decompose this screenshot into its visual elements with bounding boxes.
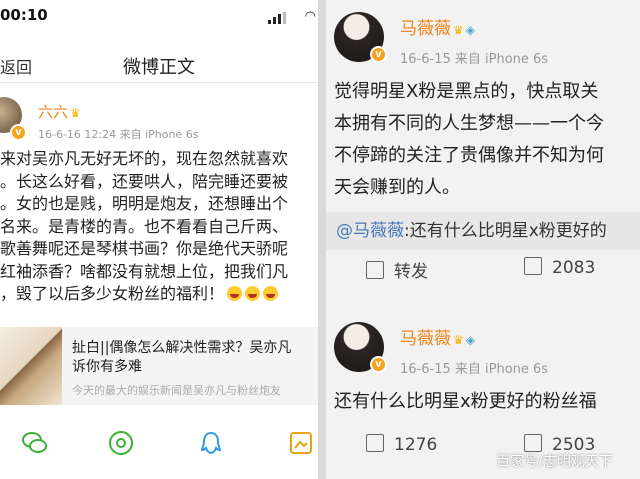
mention-link[interactable]: @马薇薇 [326,221,404,241]
book-thumbnail-icon [0,327,62,405]
repost-label: 转发 [394,262,428,282]
laugh-emoji-icon [245,286,261,301]
link-card[interactable]: 扯白||偶像怎么解决性需求？吴亦凡 诉你有多难 今天的最大的娱乐新闻是吴亦凡与粉… [0,327,318,405]
comment-icon [524,257,542,275]
post-line: 名来。是青楼的青。也不看看自己斤两、 [0,216,289,236]
qzone-icon[interactable] [288,430,314,456]
post-line: 。女的也是贱，明明是炮友，还想睡出个 [0,194,289,213]
page-title: 微博正文 [123,57,195,78]
post-line: 觉得明星X粉是黑点的，快点取关 [334,81,599,102]
member-badge-icon: ◈ [465,23,475,37]
left-screenshot: 00:10 ◠ 返回 微博正文 V 六六 ♛ 16-6-16 12:24 来自 i… [0,0,318,479]
author-name-text: 六六 [38,103,69,121]
author-name-text: 马薇薇 [400,19,451,39]
post-line: 不停蹄的关注了贵偶像并不知为何 [334,145,604,166]
card-title-line: 扯白||偶像怎么解决性需求？吴亦凡 [72,340,292,356]
laugh-emoji-icon [227,286,243,301]
repost-count: 1276 [394,435,438,455]
repost-icon [366,261,384,279]
author-name[interactable]: 六六 ♛ [38,101,81,122]
author-name[interactable]: 马薇薇 ♛ ◈ [400,324,475,349]
quoted-post[interactable]: @马薇薇:还有什么比明星x粉更好的 [326,212,640,250]
post-line: 本拥有不同的人生梦想——一个今 [334,113,604,134]
post-meta: 16-6-15 来自 iPhone 6s [400,362,549,377]
post-line: 天会赚到的人。 [334,177,460,198]
post-meta: 16-6-15 来自 iPhone 6s [400,52,549,67]
card-title: 扯白||偶像怎么解决性需求？吴亦凡 诉你有多难 [72,339,318,377]
author-name[interactable]: 马薇薇 ♛ ◈ [400,14,475,39]
card-subtitle: 今天的最大的娱乐新闻是吴亦凡与粉丝炮友 [72,384,281,397]
post-text: 还有什么比明星x粉更好的粉丝福 [334,386,640,418]
crown-icon: ♛ [453,23,464,37]
post-line: 红袖添香？啥都没有就想上位，把我们凡 [0,261,289,281]
moments-icon[interactable] [108,430,134,456]
verified-icon: V [10,124,27,141]
repost-button[interactable]: 转发 [366,257,428,282]
post-line-last: ，毁了以后多少女粉丝的福利！ [0,283,318,306]
quote-text: :还有什么比明星x粉更好的 [404,221,607,241]
comment-icon [524,434,542,452]
post-line: 来对吴亦凡无好无坏的，现在忽然就喜欢 [0,149,289,168]
watermark: 百家号/志明观天下 [496,454,613,470]
qq-icon[interactable] [198,430,224,456]
verified-icon: V [370,46,387,63]
repost-button[interactable]: 1276 [366,434,437,455]
card-title-line: 诉你有多难 [72,359,142,375]
post-text: 觉得明星X粉是黑点的，快点取关 本拥有不同的人生梦想——一个今 不停蹄的关注了贵… [334,76,640,204]
laugh-emoji-icon [263,286,279,301]
post-line: 。长这么好看，还要哄人，陪完睡还要被 [0,171,289,191]
divider [318,0,326,479]
post-text: 来对吴亦凡无好无坏的，现在忽然就喜欢 。长这么好看，还要哄人，陪完睡还要被 。女… [0,148,318,306]
comment-count: 2083 [552,258,596,278]
wechat-icon[interactable] [22,430,48,456]
post-line: 还有什么比明星x粉更好的粉丝福 [334,391,597,412]
wifi-icon: ◠ [304,9,316,24]
verified-icon: V [370,356,387,373]
signal-icon [268,12,288,24]
crown-icon: ♛ [453,333,464,347]
repost-icon [366,434,384,452]
nav-bar: 返回 微博正文 [0,48,318,83]
right-screenshot: V 马薇薇 ♛ ◈ 16-6-15 来自 iPhone 6s 觉得明星X粉是黑点的，… [326,0,640,479]
share-bar [0,430,318,460]
post-line: 歌善舞呢还是琴棋书画？你是绝代天骄呢 [0,239,289,258]
author-name-text: 马薇薇 [400,329,451,349]
comment-button[interactable]: 2083 [524,257,595,278]
crown-icon: ♛ [70,106,81,120]
status-time: 00:10 [0,6,48,24]
member-badge-icon: ◈ [465,333,475,347]
post-meta: 16-6-16 12:24 来自 iPhone 6s [38,128,199,141]
post-line: ，毁了以后多少女粉丝的福利！ [0,284,225,303]
